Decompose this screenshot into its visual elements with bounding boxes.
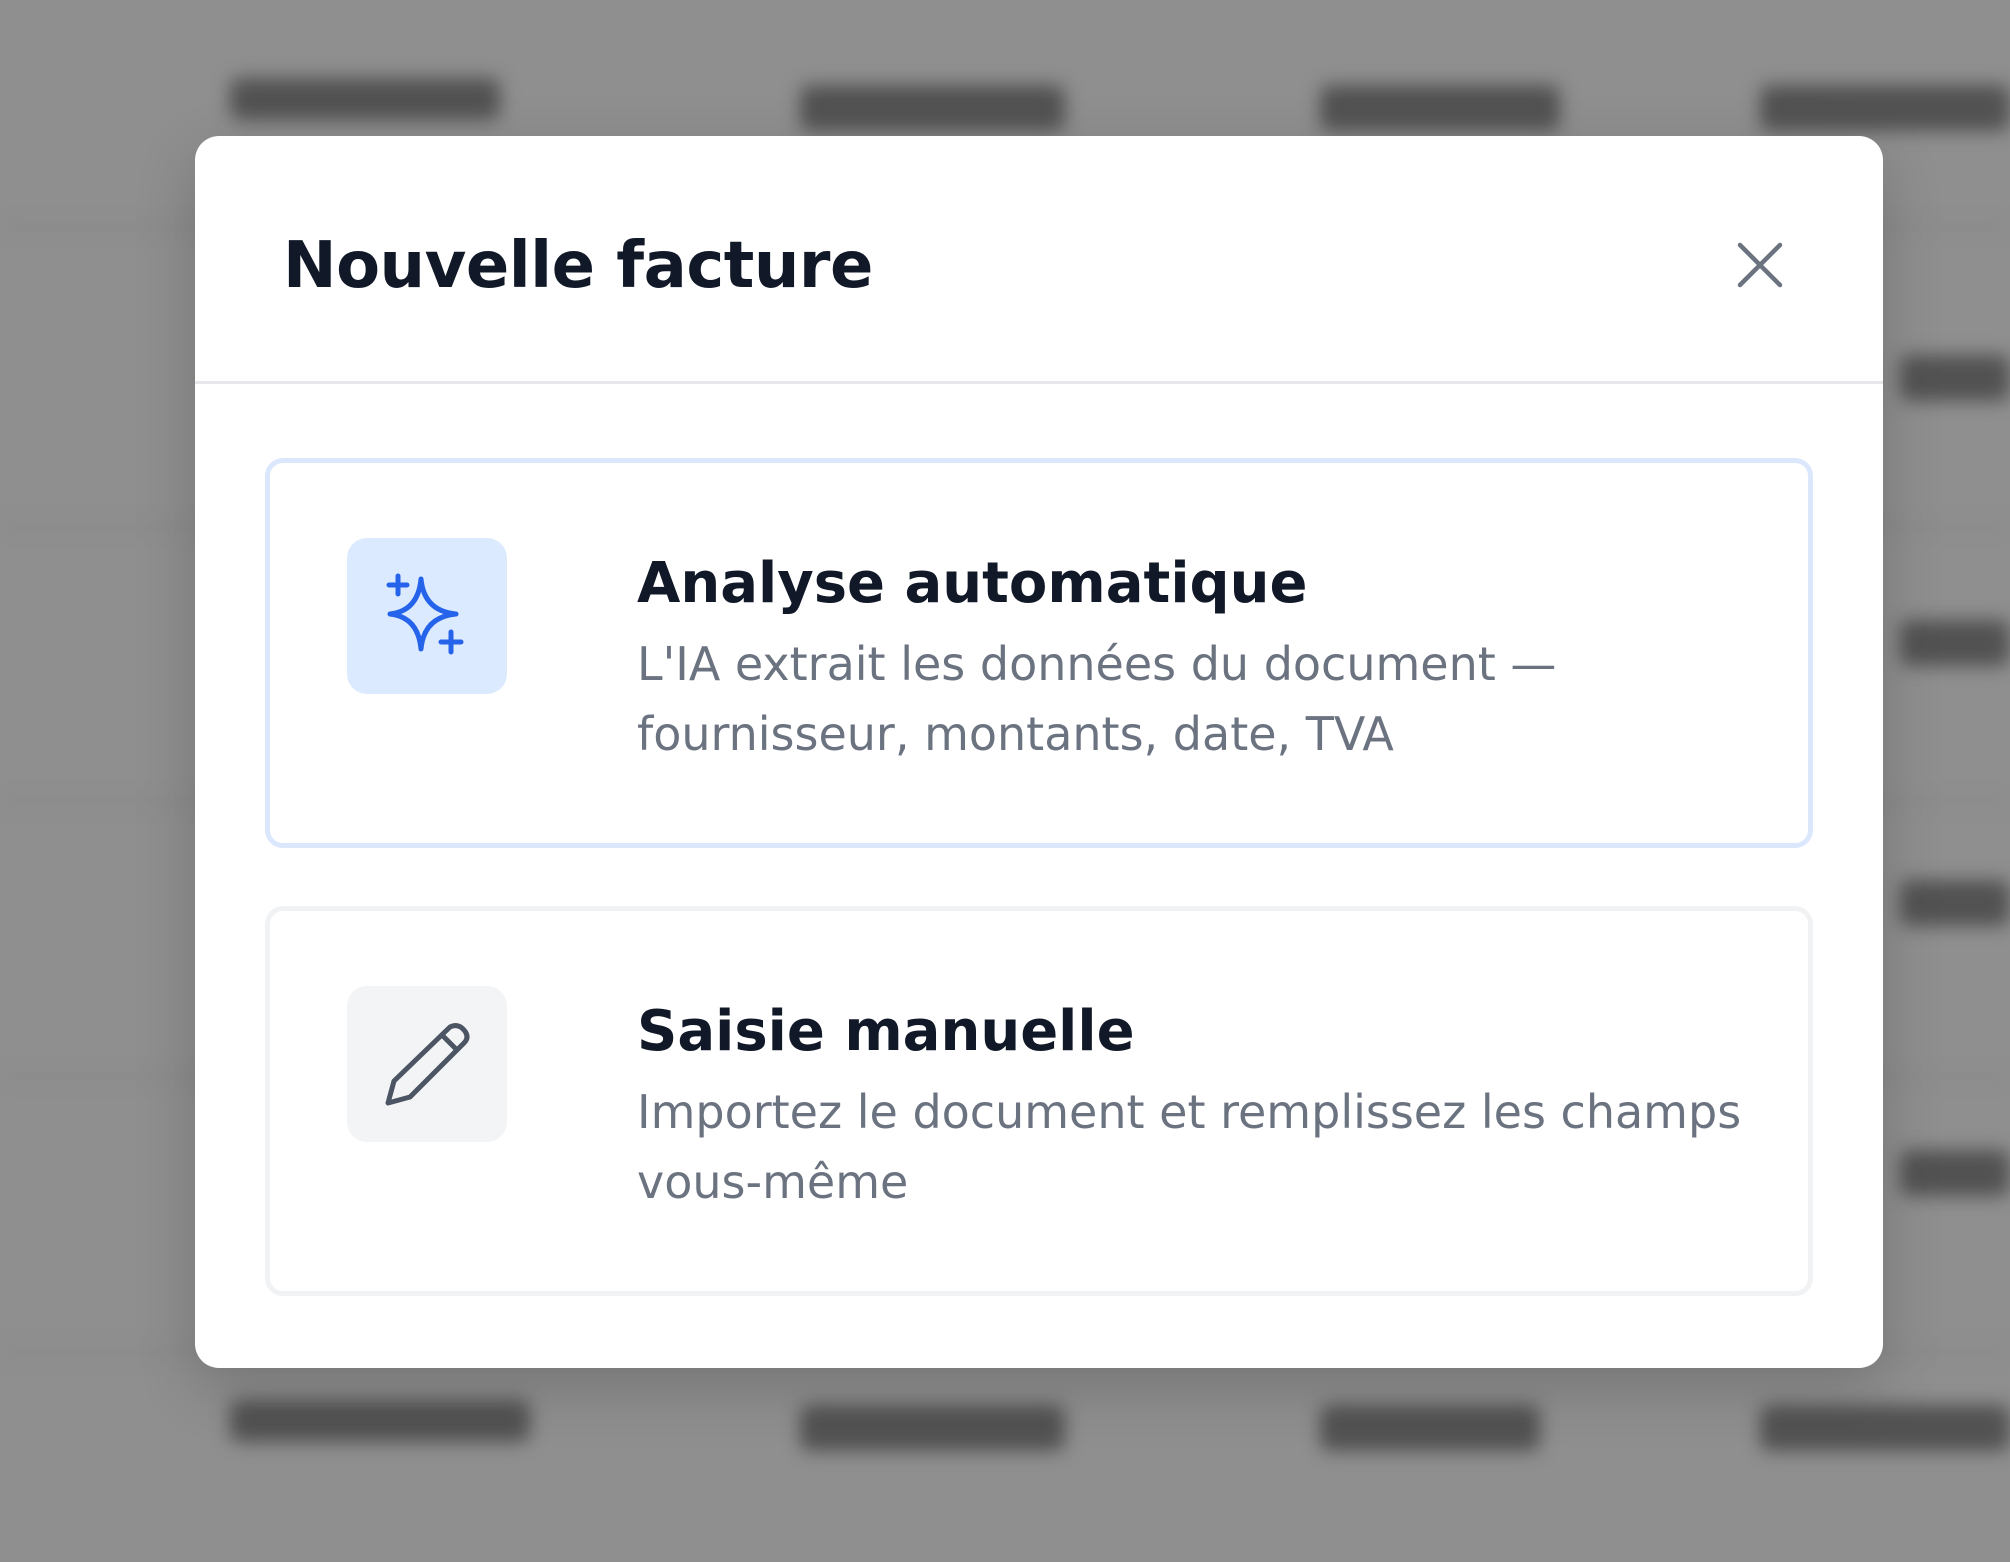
manual-entry-option[interactable]: Saisie manuelle Importez le document et …	[265, 906, 1813, 1296]
option-title: Analyse automatique	[637, 551, 1308, 616]
pencil-icon	[385, 1023, 470, 1106]
manual-entry-icon-tile	[347, 986, 507, 1142]
option-description: L'IA extrait les données du document — f…	[637, 637, 1557, 761]
close-icon	[1737, 242, 1783, 288]
automatic-analysis-option[interactable]: Analyse automatique L'IA extrait les don…	[265, 458, 1813, 848]
dialog-title: Nouvelle facture	[283, 229, 873, 303]
option-title: Saisie manuelle	[637, 999, 1135, 1064]
sparkles-icon	[386, 573, 464, 655]
option-description: Importez le document et remplissez les c…	[637, 1085, 1742, 1209]
close-button[interactable]	[1705, 210, 1815, 320]
dialog-header: Nouvelle facture	[195, 136, 1883, 384]
automatic-analysis-icon-tile	[347, 538, 507, 694]
new-invoice-dialog: Nouvelle facture Analyse automatique L'I…	[195, 136, 1883, 1368]
